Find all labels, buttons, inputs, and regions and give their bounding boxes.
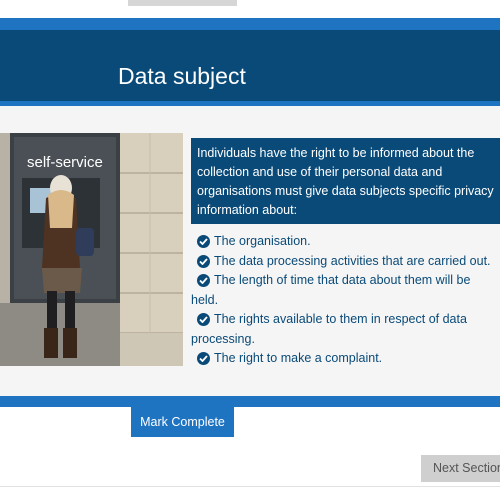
list-item: The organisation. [191, 232, 496, 252]
check-circle-icon [197, 235, 210, 248]
info-text: Individuals have the right to be informe… [197, 146, 494, 217]
list-item-text: The data processing activities that are … [214, 253, 491, 268]
list-item-text: The rights available to them in respect … [191, 312, 467, 346]
list-item-text: The right to make a complaint. [214, 351, 383, 365]
previous-section-button[interactable] [128, 0, 237, 6]
list-item: The rights available to them in respect … [191, 310, 496, 349]
rights-list: The organisation. The data processing ac… [191, 232, 496, 369]
list-item-text: The length of time that data about them … [191, 273, 471, 307]
mark-complete-button[interactable]: Mark Complete [131, 407, 234, 437]
list-item: The right to make a complaint. [191, 349, 496, 369]
info-box: Individuals have the right to be informe… [191, 138, 500, 224]
bottom-accent-band [0, 396, 500, 407]
next-section-button[interactable]: Next Section [421, 455, 500, 482]
atm-photo: self-service [0, 133, 183, 366]
check-circle-icon [197, 254, 210, 268]
top-accent-band [0, 18, 500, 30]
title-bar: Data subject [0, 30, 500, 101]
list-item: The length of time that data about them … [191, 271, 496, 310]
check-circle-icon [197, 313, 210, 326]
self-service-sign: self-service [27, 154, 103, 171]
check-circle-icon [197, 274, 210, 287]
list-item-text: The organisation. [214, 234, 311, 248]
list-item: The data processing activities that are … [191, 252, 496, 272]
divider [0, 486, 500, 487]
content-panel: self-service Individuals have the right … [0, 106, 500, 396]
page-title: Data subject [118, 63, 246, 89]
check-circle-icon [197, 352, 210, 365]
